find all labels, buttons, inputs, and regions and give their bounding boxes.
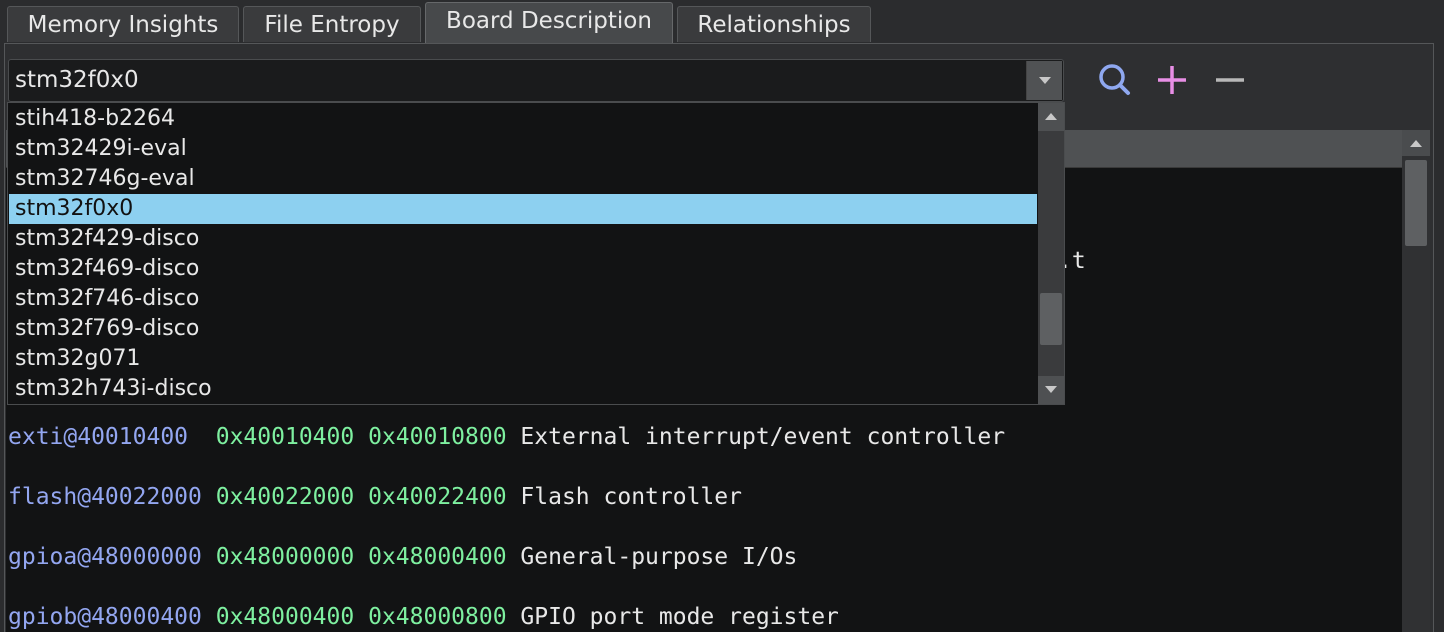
table-scrollbar[interactable] <box>1402 130 1430 632</box>
tab-label: Relationships <box>697 11 851 38</box>
end-address: 0x40022400 <box>368 484 507 510</box>
plus-icon[interactable] <box>1152 58 1192 102</box>
dropdown-option[interactable]: stm32f769-disco <box>9 314 1037 344</box>
end-address: 0x40010800 <box>368 424 507 450</box>
start-address: 0x40010400 <box>215 424 355 450</box>
peripheral-description: Flash controller <box>520 484 742 510</box>
tab-bar: Memory Insights File Entropy Board Descr… <box>0 0 1444 44</box>
scroll-thumb[interactable] <box>1405 160 1427 246</box>
start-address: 0x40022000 <box>215 484 355 510</box>
dropdown-scrollbar[interactable] <box>1038 103 1064 404</box>
start-address: 0x48000000 <box>215 544 355 570</box>
search-icon[interactable] <box>1094 58 1134 102</box>
dropdown-scroll-up-button[interactable] <box>1038 103 1064 131</box>
chevron-down-icon <box>1039 77 1051 84</box>
dropdown-option[interactable]: stm32f429-disco <box>9 224 1037 254</box>
chevron-up-icon <box>1045 113 1057 120</box>
peripheral-description: External interrupt/event controller <box>520 424 1006 450</box>
tab-label: Memory Insights <box>27 11 219 38</box>
board-select-value: stm32f0x0 <box>15 67 139 93</box>
dropdown-option[interactable]: stm32746g-eval <box>9 164 1037 194</box>
tab-board-description[interactable]: Board Description <box>425 2 673 44</box>
board-select-toggle[interactable] <box>1026 61 1062 100</box>
start-address: 0x48000400 <box>215 604 355 630</box>
dropdown-option-selected[interactable]: stm32f0x0 <box>9 194 1037 224</box>
minus-icon[interactable] <box>1210 58 1250 102</box>
tab-relationships[interactable]: Relationships <box>677 6 871 42</box>
table-row[interactable]: gpiob@48000400 0x48000400 0x48000800 GPI… <box>8 604 839 630</box>
scroll-up-button[interactable] <box>1402 130 1430 156</box>
table-row[interactable]: exti@40010400 0x40010400 0x40010800 Exte… <box>8 424 1005 450</box>
tab-label: File Entropy <box>264 11 400 38</box>
board-select[interactable]: stm32f0x0 <box>8 59 1064 102</box>
end-address: 0x48000800 <box>368 604 507 630</box>
peripheral-name: exti@40010400 <box>8 424 202 450</box>
peripheral-description: GPIO port mode register <box>520 604 839 630</box>
end-address: 0x48000400 <box>368 544 507 570</box>
dropdown-option[interactable]: stm32429i-eval <box>9 134 1037 164</box>
peripheral-name: gpioa@48000000 <box>8 544 202 570</box>
peripheral-name: flash@40022000 <box>8 484 202 510</box>
dropdown-option[interactable]: stih418-b2264 <box>9 104 1037 134</box>
dropdown-option[interactable]: stm32f746-disco <box>9 284 1037 314</box>
dropdown-option[interactable]: stm32g071 <box>9 344 1037 374</box>
tab-file-entropy[interactable]: File Entropy <box>243 6 421 42</box>
tab-label: Board Description <box>446 7 652 34</box>
peripheral-name: gpiob@48000400 <box>8 604 202 630</box>
dropdown-scroll-thumb[interactable] <box>1040 293 1062 345</box>
dropdown-option[interactable]: stm32h743i-disco <box>9 374 1037 404</box>
chevron-up-icon <box>1410 140 1422 147</box>
chevron-down-icon <box>1045 386 1057 393</box>
dropdown-option[interactable]: stm32f469-disco <box>9 254 1037 284</box>
board-dropdown-list[interactable]: stih418-b2264 stm32429i-eval stm32746g-e… <box>7 102 1065 405</box>
dropdown-scroll-down-button[interactable] <box>1038 376 1064 404</box>
table-row[interactable]: flash@40022000 0x40022000 0x40022400 Fla… <box>8 484 742 510</box>
peripheral-description: General-purpose I/Os <box>520 544 798 570</box>
table-row[interactable]: gpioa@48000000 0x48000000 0x48000400 Gen… <box>8 544 797 570</box>
tab-memory-insights[interactable]: Memory Insights <box>7 6 239 42</box>
